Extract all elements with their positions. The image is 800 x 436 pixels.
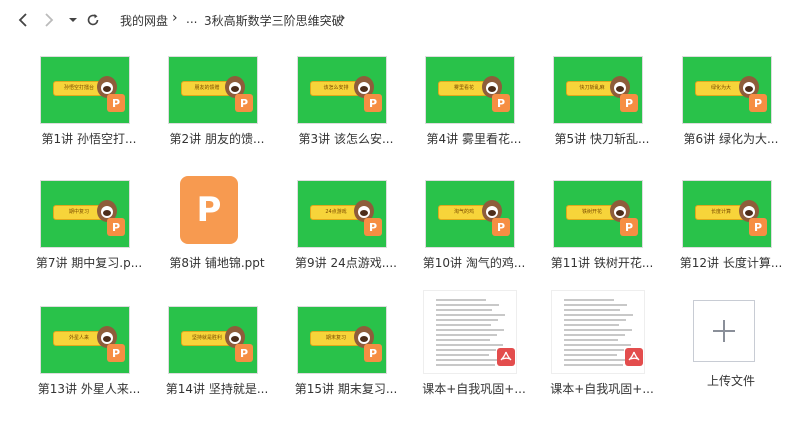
file-name-label: 课本+自我巩固+... <box>422 382 526 396</box>
ppt-file-icon: P <box>364 218 382 236</box>
document-line <box>436 299 486 301</box>
file-item[interactable]: 快刀斩乱麻 P 第5讲 快刀斩乱... <box>543 38 661 156</box>
ppt-file-icon: P <box>620 94 638 112</box>
file-item[interactable]: 外星人来 P 第13讲 外星人来... <box>30 288 148 406</box>
file-name-label: 第4讲 雾里看花... <box>426 132 522 146</box>
document-line <box>436 304 499 306</box>
document-line <box>564 354 617 356</box>
ppt-thumbnail: 24点游戏 <box>297 180 387 248</box>
file-item[interactable]: 期末复习 P 第15讲 期末复习... <box>287 288 405 406</box>
document-line <box>564 364 623 366</box>
document-line <box>564 319 626 321</box>
ppt-file-icon: P <box>749 218 767 236</box>
ppt-file-icon: P <box>235 344 253 362</box>
file-name-label: 第15讲 期末复习... <box>294 382 398 396</box>
file-name-label: 第14讲 坚持就是... <box>165 382 269 396</box>
ppt-file-icon: P <box>749 94 767 112</box>
ppt-letter: P <box>196 190 222 230</box>
file-item[interactable]: 雾里看花 P 第4讲 雾里看花... <box>415 38 533 156</box>
ppt-file-icon: P <box>364 344 382 362</box>
document-line <box>564 339 618 341</box>
file-item[interactable]: 铁树开花 P 第11讲 铁树开花... <box>543 162 661 280</box>
ppt-thumbnail: 铁树开花 <box>553 180 643 248</box>
ppt-thumbnail: 淘气的鸡 <box>425 180 515 248</box>
document-line <box>436 319 498 321</box>
ppt-thumbnail: 孙悟空打擂台 <box>40 56 130 124</box>
ppt-thumbnail: 长度计算 <box>682 180 772 248</box>
pdf-file-icon <box>497 348 515 366</box>
ppt-file-icon: P <box>180 176 238 244</box>
document-line <box>564 334 625 336</box>
file-item[interactable]: 该怎么安排 P 第3讲 该怎么安... <box>287 38 405 156</box>
file-item[interactable]: 课本+自我巩固+... <box>415 288 533 406</box>
file-item[interactable]: 课本+自我巩固+... <box>543 288 661 406</box>
document-line <box>436 339 490 341</box>
file-name-label: 第1讲 孙悟空打... <box>41 132 137 146</box>
document-line <box>564 309 620 311</box>
file-name-label: 第9讲 24点游戏.... <box>295 256 397 270</box>
ppt-file-icon: P <box>492 94 510 112</box>
file-name-label: 第13讲 外星人来... <box>37 382 141 396</box>
file-item[interactable]: 长度计算 P 第12讲 长度计算... <box>672 162 790 280</box>
ppt-thumbnail: 期末复习 <box>297 306 387 374</box>
document-line <box>436 349 496 351</box>
ppt-thumbnail: 坚持就是胜利 <box>168 306 258 374</box>
ppt-thumbnail: 朋友的馈赠 <box>168 56 258 124</box>
ppt-file-icon: P <box>235 94 253 112</box>
ppt-thumbnail: 雾里看花 <box>425 56 515 124</box>
file-name-label: 第8讲 铺地锦.ppt <box>169 256 265 270</box>
document-line <box>436 354 489 356</box>
document-line <box>564 314 633 316</box>
document-line <box>436 364 495 366</box>
file-item[interactable]: 朋友的馈赠 P 第2讲 朋友的馈... <box>158 38 276 156</box>
ppt-file-icon: P <box>107 344 125 362</box>
document-line <box>564 349 624 351</box>
file-item[interactable]: P 第8讲 铺地锦.ppt <box>158 162 276 280</box>
file-name-label: 第12讲 长度计算... <box>679 256 783 270</box>
document-line <box>564 304 627 306</box>
document-line <box>564 299 614 301</box>
file-grid: 孙悟空打擂台 P 第1讲 孙悟空打... 朋友的馈赠 P 第2讲 朋友的馈... 该怎么安排… <box>0 0 800 436</box>
document-line <box>564 324 619 326</box>
ppt-file-icon: P <box>107 218 125 236</box>
ppt-file-icon: P <box>620 218 638 236</box>
file-name-label: 第7讲 期中复习.p... <box>35 256 143 270</box>
document-line <box>564 344 631 346</box>
document-line <box>436 314 505 316</box>
file-item[interactable]: 绿化为大 P 第6讲 绿化为大... <box>672 38 790 156</box>
ppt-thumbnail: 快刀斩乱麻 <box>553 56 643 124</box>
document-line <box>436 359 502 361</box>
file-item[interactable]: 24点游戏 P 第9讲 24点游戏.... <box>287 162 405 280</box>
ppt-file-icon: P <box>364 94 382 112</box>
ppt-file-icon: P <box>492 218 510 236</box>
file-name-label: 第2讲 朋友的馈... <box>169 132 265 146</box>
ppt-thumbnail: 外星人来 <box>40 306 130 374</box>
upload-file-item[interactable]: 上传文件 <box>672 288 790 406</box>
file-name-label: 第5讲 快刀斩乱... <box>554 132 650 146</box>
file-name-label: 课本+自我巩固+... <box>550 382 654 396</box>
document-line <box>436 344 503 346</box>
ppt-thumbnail: 该怎么安排 <box>297 56 387 124</box>
ppt-thumbnail: 期中复习 <box>40 180 130 248</box>
file-item[interactable]: 期中复习 P 第7讲 期中复习.p... <box>30 162 148 280</box>
ppt-file-icon: P <box>107 94 125 112</box>
document-line <box>436 309 492 311</box>
file-item[interactable]: 孙悟空打擂台 P 第1讲 孙悟空打... <box>30 38 148 156</box>
file-name-label: 第6讲 绿化为大... <box>683 132 779 146</box>
document-line <box>564 329 632 331</box>
document-line <box>436 324 491 326</box>
document-line <box>436 334 497 336</box>
file-name-label: 第3讲 该怎么安... <box>298 132 394 146</box>
file-name-label: 第11讲 铁树开花... <box>550 256 654 270</box>
file-item[interactable]: 坚持就是胜利 P 第14讲 坚持就是... <box>158 288 276 406</box>
ppt-thumbnail: 绿化为大 <box>682 56 772 124</box>
document-line <box>564 359 630 361</box>
file-item[interactable]: 淘气的鸡 P 第10讲 淘气的鸡... <box>415 162 533 280</box>
plus-icon[interactable] <box>693 300 755 362</box>
document-line <box>436 329 504 331</box>
file-name-label: 上传文件 <box>706 374 755 388</box>
file-name-label: 第10讲 淘气的鸡... <box>422 256 526 270</box>
pdf-file-icon <box>625 348 643 366</box>
